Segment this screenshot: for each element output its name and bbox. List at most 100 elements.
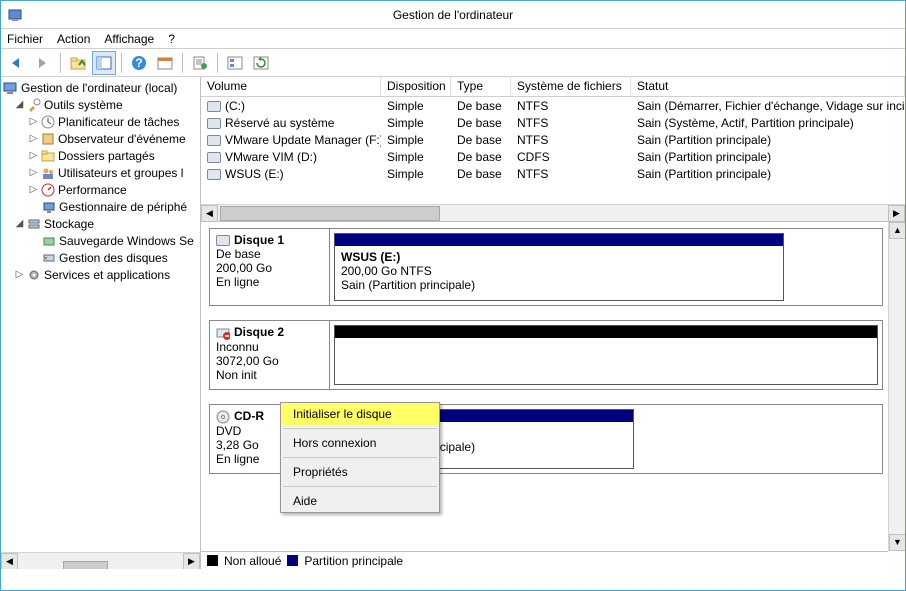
col-disposition[interactable]: Disposition <box>381 77 451 97</box>
app-icon <box>7 7 23 23</box>
storage-icon <box>26 216 42 232</box>
context-initialize-disk[interactable]: Initialiser le disque <box>281 403 439 425</box>
menu-view[interactable]: Affichage <box>104 32 154 46</box>
scroll-right-icon[interactable]: ▶ <box>888 205 905 222</box>
back-button[interactable] <box>5 51 29 75</box>
drive-icon <box>207 101 221 112</box>
disk-block[interactable]: Disque 2 Inconnu 3072,00 Go Non init Sai… <box>209 320 883 390</box>
context-properties[interactable]: Propriétés <box>281 461 439 483</box>
disk-list-button[interactable] <box>223 51 247 75</box>
partition[interactable]: WSUS (E:) 200,00 Go NTFS Sain (Partition… <box>334 233 784 301</box>
collapse-icon[interactable]: ◢ <box>13 99 26 110</box>
title-bar: Gestion de l'ordinateur <box>1 1 905 29</box>
tree-device-manager[interactable]: Gestionnaire de périphé <box>1 198 200 215</box>
context-offline[interactable]: Hors connexion <box>281 432 439 454</box>
scroll-right-icon[interactable]: ▶ <box>183 553 200 570</box>
context-help[interactable]: Aide <box>281 490 439 512</box>
legend-swatch-primary <box>287 555 298 566</box>
tree-shared-folders[interactable]: ▷Dossiers partagés <box>1 147 200 164</box>
menu-help[interactable]: ? <box>168 32 175 46</box>
disk-info: Disque 2 Inconnu 3072,00 Go Non init <box>210 321 330 389</box>
backup-icon <box>41 233 57 249</box>
scroll-left-icon[interactable]: ◀ <box>1 553 18 570</box>
perf-icon <box>40 182 56 198</box>
tree-event-viewer[interactable]: ▷Observateur d'événeme <box>1 130 200 147</box>
menu-separator <box>283 457 437 458</box>
drive-icon <box>207 152 221 163</box>
show-hide-tree-button[interactable] <box>92 51 116 75</box>
tree-backup[interactable]: Sauvegarde Windows Se <box>1 232 200 249</box>
calendar-button[interactable] <box>153 51 177 75</box>
scrollbar-thumb[interactable] <box>220 206 440 221</box>
expand-icon[interactable]: ▷ <box>27 184 40 195</box>
scrollbar-thumb[interactable] <box>63 561 108 569</box>
forward-button[interactable] <box>31 51 55 75</box>
folder-icon <box>40 148 56 164</box>
col-status[interactable]: Statut <box>631 77 905 97</box>
expand-icon[interactable]: ▷ <box>27 167 40 178</box>
table-row[interactable]: (C:)SimpleDe baseNTFSSain (Démarrer, Fic… <box>201 97 905 114</box>
clock-icon <box>40 114 56 130</box>
partition-stripe <box>335 234 783 246</box>
partition-stripe <box>335 326 877 338</box>
services-icon <box>26 267 42 283</box>
tree-users-groups[interactable]: ▷Utilisateurs et groupes l <box>1 164 200 181</box>
scroll-down-icon[interactable]: ▼ <box>889 534 905 551</box>
col-type[interactable]: Type <box>451 77 511 97</box>
legend-swatch-unallocated <box>207 555 218 566</box>
menu-bar: Fichier Action Affichage ? <box>1 29 905 49</box>
menu-action[interactable]: Action <box>57 32 90 46</box>
device-icon <box>41 199 57 215</box>
tree-storage[interactable]: ◢Stockage <box>1 215 200 232</box>
up-button[interactable] <box>66 51 90 75</box>
col-filesystem[interactable]: Système de fichiers <box>511 77 631 97</box>
scroll-left-icon[interactable]: ◀ <box>201 205 218 222</box>
table-row[interactable]: VMware VIM (D:)SimpleDe baseCDFSSain (Pa… <box>201 148 905 165</box>
table-row[interactable]: Réservé au systèmeSimpleDe baseNTFSSain … <box>201 114 905 131</box>
volume-horizontal-scrollbar[interactable]: ◀ ▶ <box>201 204 905 221</box>
drive-icon <box>207 118 221 129</box>
menu-separator <box>283 486 437 487</box>
toolbar-separator <box>217 53 218 73</box>
tree-horizontal-scrollbar[interactable]: ◀ ▶ <box>1 552 200 569</box>
computer-icon <box>3 80 19 96</box>
context-menu: Initialiser le disque Hors connexion Pro… <box>280 402 440 513</box>
toolbar: ? <box>1 49 905 77</box>
window-title: Gestion de l'ordinateur <box>393 8 513 22</box>
users-icon <box>40 165 56 181</box>
disk-graphical-pane: Disque 1 De base 200,00 Go En ligne WSUS… <box>201 222 905 569</box>
tree-services-apps[interactable]: ▷Services et applications <box>1 266 200 283</box>
properties-button[interactable] <box>188 51 212 75</box>
disk-icon <box>216 235 230 246</box>
expand-icon[interactable]: ▷ <box>13 269 26 280</box>
tree-performance[interactable]: ▷Performance <box>1 181 200 198</box>
menu-file[interactable]: Fichier <box>7 32 43 46</box>
disk-vertical-scrollbar[interactable]: ▲ ▼ <box>888 222 905 551</box>
event-icon <box>40 131 56 147</box>
drive-icon <box>207 135 221 146</box>
disk-error-icon <box>216 326 230 340</box>
tree-scheduler[interactable]: ▷Planificateur de tâches <box>1 113 200 130</box>
expand-icon[interactable]: ▷ <box>27 133 40 144</box>
collapse-icon[interactable]: ◢ <box>13 218 26 229</box>
scroll-up-icon[interactable]: ▲ <box>889 222 905 239</box>
disk-block[interactable]: Disque 1 De base 200,00 Go En ligne WSUS… <box>209 228 883 306</box>
menu-separator <box>283 428 437 429</box>
volume-table: Volume Disposition Type Système de fichi… <box>201 77 905 222</box>
drive-icon <box>207 169 221 180</box>
tools-icon <box>26 97 42 113</box>
help-button[interactable]: ? <box>127 51 151 75</box>
table-row[interactable]: WSUS (E:)SimpleDe baseNTFSSain (Partitio… <box>201 165 905 182</box>
partition-unallocated[interactable]: Sain (Partition principale) <box>334 325 878 385</box>
tree-system-tools[interactable]: ◢ Outils système <box>1 96 200 113</box>
tree-root[interactable]: Gestion de l'ordinateur (local) <box>1 79 200 96</box>
svg-text:?: ? <box>135 56 142 70</box>
tree-disk-management[interactable]: Gestion des disques <box>1 249 200 266</box>
disk-info: Disque 1 De base 200,00 Go En ligne <box>210 229 330 305</box>
table-row[interactable]: VMware Update Manager (F:)SimpleDe baseN… <box>201 131 905 148</box>
refresh-button[interactable] <box>249 51 273 75</box>
expand-icon[interactable]: ▷ <box>27 116 40 127</box>
volume-table-header: Volume Disposition Type Système de fichi… <box>201 77 905 97</box>
expand-icon[interactable]: ▷ <box>27 150 40 161</box>
col-volume[interactable]: Volume <box>201 77 381 97</box>
